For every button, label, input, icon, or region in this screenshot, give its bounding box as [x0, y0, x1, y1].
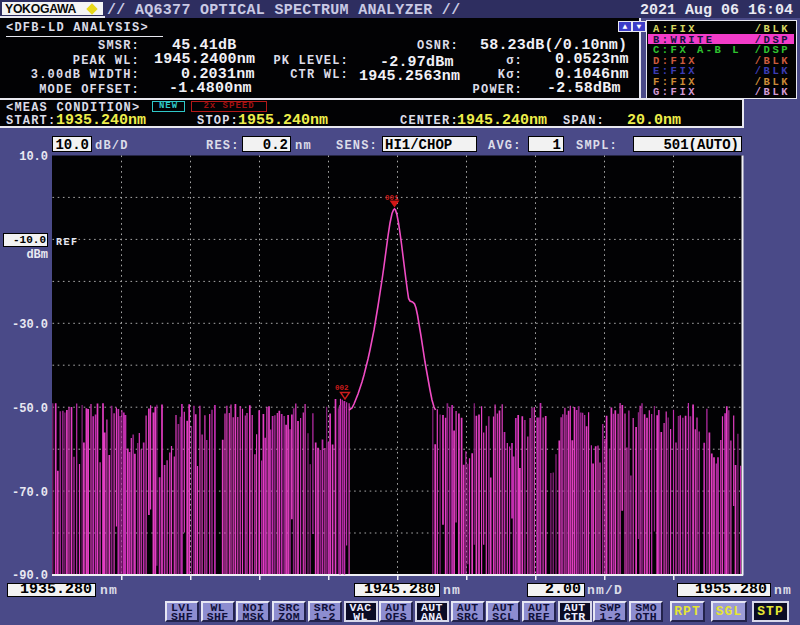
svg-text:002: 002 [335, 384, 349, 392]
